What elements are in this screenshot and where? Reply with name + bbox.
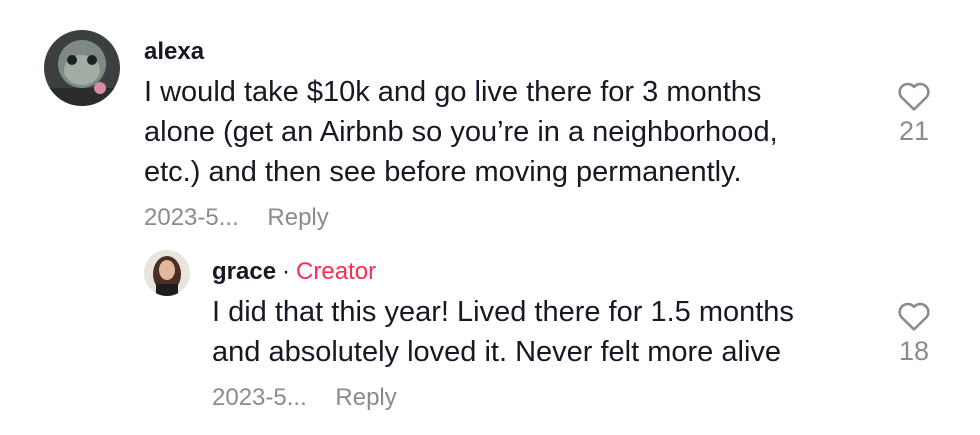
separator-dot: · — [282, 258, 291, 285]
heart-outline-icon[interactable] — [897, 80, 931, 112]
avatar[interactable] — [144, 250, 190, 296]
avatar[interactable] — [44, 30, 120, 106]
comment-text: I would take $10k and go live there for … — [144, 72, 778, 192]
reply-button[interactable]: Reply — [267, 204, 328, 231]
reply-text-line: and absolutely loved it. Never felt more… — [212, 336, 782, 368]
like-count: 21 — [898, 116, 930, 146]
reply-date: 2023-5... — [212, 384, 307, 411]
reply-text: I did that this year! Lived there for 1.… — [212, 292, 794, 372]
like-count: 18 — [898, 336, 930, 366]
heart-outline-icon[interactable] — [897, 300, 931, 332]
like-button[interactable]: 21 — [884, 80, 944, 147]
creator-badge: Creator — [296, 258, 377, 285]
comment-text-line: I would take $10k and go live there for … — [144, 76, 762, 108]
username-text[interactable]: grace — [212, 258, 276, 285]
like-button[interactable]: 18 — [884, 300, 944, 367]
reply-meta: 2023-5... Reply — [212, 384, 397, 412]
comment-text-line: alone (get an Airbnb so you’re in a neig… — [144, 116, 778, 148]
comment-username[interactable]: alexa — [144, 38, 204, 66]
comment-text-line: etc.) and then see before moving permane… — [144, 156, 742, 188]
reply-button[interactable]: Reply — [335, 384, 396, 411]
comment-meta: 2023-5... Reply — [144, 204, 329, 232]
username-text[interactable]: alexa — [144, 38, 204, 65]
comment-date: 2023-5... — [144, 204, 239, 231]
reply-text-line: I did that this year! Lived there for 1.… — [212, 296, 794, 328]
reply-username[interactable]: grace · Creator — [212, 258, 376, 286]
